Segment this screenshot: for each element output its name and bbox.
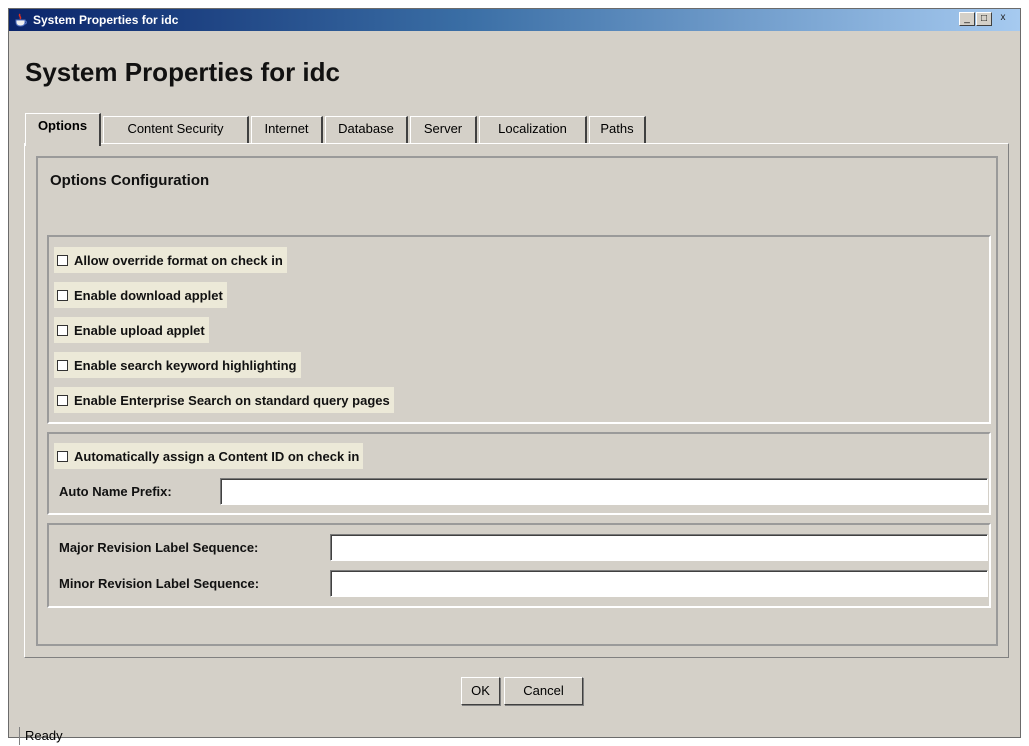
minor-revision-label: Minor Revision Label Sequence: <box>59 576 260 591</box>
tab-localization[interactable]: Localization <box>479 116 587 144</box>
checkbox-label: Enable Enterprise Search on standard que… <box>74 392 390 408</box>
tab-server[interactable]: Server <box>410 116 477 144</box>
tab-database[interactable]: Database <box>325 116 408 144</box>
checkbox-box[interactable] <box>57 289 68 301</box>
checkbox-label: Enable download applet <box>74 287 223 303</box>
tab-internet[interactable]: Internet <box>251 116 323 144</box>
allow-override-format-checkbox[interactable]: Allow override format on check in <box>54 247 287 273</box>
window-title: System Properties for idc <box>33 13 179 27</box>
status-bar: Ready <box>19 727 1019 745</box>
checkbox-box[interactable] <box>57 254 68 266</box>
tab-content-security[interactable]: Content Security <box>103 116 249 144</box>
section-title: Options Configuration <box>50 172 210 189</box>
major-revision-label: Major Revision Label Sequence: <box>59 540 259 555</box>
checkbox-box[interactable] <box>57 394 68 406</box>
revision-sequence-group: Major Revision Label Sequence: Minor Rev… <box>47 523 991 608</box>
checkbox-label: Enable upload applet <box>74 322 205 338</box>
major-revision-input[interactable] <box>330 534 988 561</box>
options-tab-panel: Options Configuration Allow override for… <box>24 143 1009 658</box>
cancel-button[interactable]: Cancel <box>504 677 583 705</box>
enable-search-highlighting-checkbox[interactable]: Enable search keyword highlighting <box>54 352 301 378</box>
checkbox-label: Allow override format on check in <box>74 252 283 268</box>
tab-paths[interactable]: Paths <box>589 116 646 144</box>
minimize-button[interactable]: _ <box>959 12 975 26</box>
java-cup-icon <box>14 13 28 27</box>
auto-assign-content-id-checkbox[interactable]: Automatically assign a Content ID on che… <box>54 443 364 469</box>
page-title: System Properties for idc <box>25 57 340 87</box>
checkbox-box[interactable] <box>57 450 68 462</box>
close-button[interactable]: x <box>995 12 1011 26</box>
title-bar[interactable]: System Properties for idc _ □ x <box>9 9 1020 31</box>
auto-name-prefix-label: Auto Name Prefix: <box>59 484 172 499</box>
checkbox-label: Automatically assign a Content ID on che… <box>74 448 360 464</box>
system-properties-window: System Properties for idc _ □ x System P… <box>8 8 1021 745</box>
maximize-button[interactable]: □ <box>976 12 992 26</box>
tab-options[interactable]: Options <box>25 113 101 146</box>
enable-upload-applet-checkbox[interactable]: Enable upload applet <box>54 317 209 343</box>
auto-content-id-group: Automatically assign a Content ID on che… <box>47 432 991 515</box>
enable-download-applet-checkbox[interactable]: Enable download applet <box>54 282 227 308</box>
checkbox-box[interactable] <box>57 359 68 371</box>
checkbox-box[interactable] <box>57 324 68 336</box>
options-configuration-panel: Options Configuration Allow override for… <box>36 156 998 646</box>
options-checkbox-group: Allow override format on check in Enable… <box>47 235 991 424</box>
checkbox-label: Enable search keyword highlighting <box>74 357 297 373</box>
enable-enterprise-search-checkbox[interactable]: Enable Enterprise Search on standard que… <box>54 387 394 413</box>
ok-button[interactable]: OK <box>461 677 500 705</box>
auto-name-prefix-input[interactable] <box>220 478 988 505</box>
minor-revision-input[interactable] <box>330 570 988 597</box>
